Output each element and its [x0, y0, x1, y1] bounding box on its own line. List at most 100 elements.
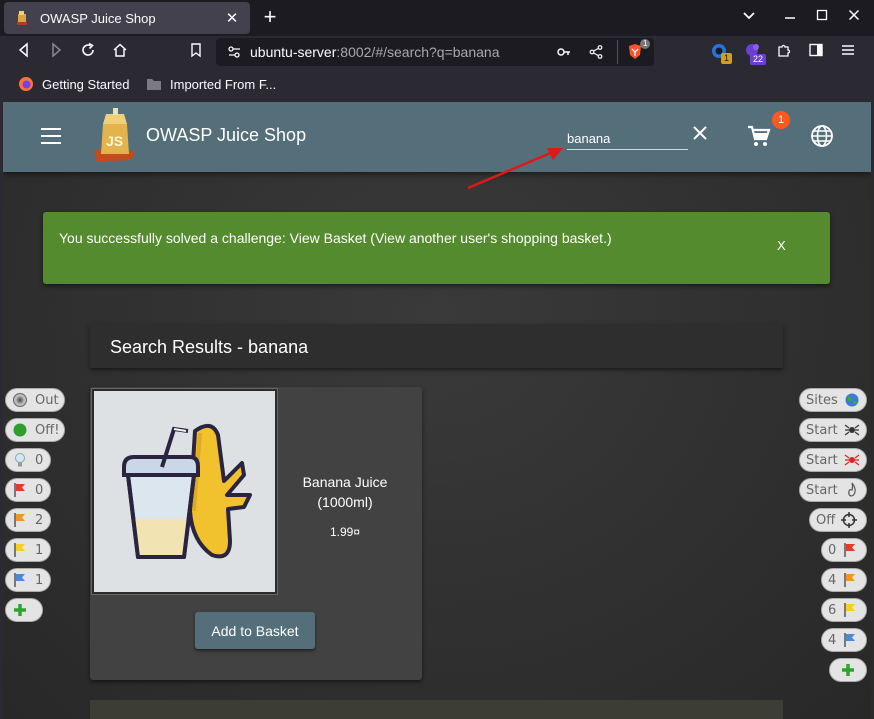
left-pill-orange-flag[interactable]: 2: [5, 508, 51, 532]
product-card[interactable]: Banana Juice (1000ml) 1.99¤ Add to Baske…: [90, 387, 422, 680]
left-pill-off[interactable]: Off!: [5, 418, 65, 442]
plus-icon: [840, 662, 856, 678]
pill-label: 0: [828, 542, 837, 558]
right-pill-sites[interactable]: Sites: [799, 388, 867, 412]
back-icon[interactable]: [14, 42, 34, 62]
globe-icon: [844, 392, 860, 408]
flame-icon: [844, 482, 860, 498]
cart-count-badge: 1: [772, 111, 790, 129]
browser-tabbar: OWASP Juice Shop ✕ +: [0, 0, 874, 36]
sidenav-menu-icon[interactable]: [41, 128, 61, 144]
pill-label: 1: [35, 542, 44, 558]
key-icon[interactable]: [556, 44, 572, 63]
sidebar-toggle-icon[interactable]: [806, 42, 826, 62]
browser-menu-icon[interactable]: [838, 42, 858, 62]
folder-icon: [146, 76, 162, 92]
extension-badge-2: 22: [750, 54, 767, 65]
url-path: :8002/#/search?q=banana: [336, 44, 500, 60]
url-host: ubuntu-server: [250, 44, 337, 60]
product-name[interactable]: Banana Juice (1000ml): [290, 472, 400, 512]
left-pill-hints[interactable]: 0: [5, 448, 51, 472]
app-title[interactable]: OWASP Juice Shop: [146, 125, 306, 146]
tab-list-chevron-icon[interactable]: [742, 8, 756, 25]
left-pill-red-flag[interactable]: 0: [5, 478, 51, 502]
page-viewport: JS OWASP Juice Shop 1 You successfully s…: [3, 102, 871, 719]
extension-badge-1: 1: [721, 53, 733, 64]
extensions-puzzle-icon[interactable]: [774, 42, 794, 62]
search-clear-icon[interactable]: [691, 124, 709, 142]
product-price: 1.99¤: [329, 525, 361, 539]
juice-shop-logo[interactable]: JS: [91, 108, 139, 164]
url-bar[interactable]: ubuntu-server:8002/#/search?q=banana 1: [216, 38, 654, 66]
pill-label: 0: [35, 482, 44, 498]
right-pill-yellow-flag[interactable]: 6: [821, 598, 867, 622]
pill-label: 0: [35, 452, 44, 468]
url-divider: [617, 40, 618, 64]
bookmark-getting-started[interactable]: Getting Started: [18, 76, 129, 92]
pill-label: Sites: [806, 392, 838, 408]
right-pill-off[interactable]: Off: [809, 508, 867, 532]
plus-icon: [12, 602, 28, 618]
add-to-basket-button[interactable]: Add to Basket: [195, 612, 315, 649]
right-pill-start-attack[interactable]: Start: [799, 478, 867, 502]
pill-label: Off!: [35, 422, 60, 438]
pill-label: 4: [828, 572, 837, 588]
orange-flag-icon: [842, 572, 858, 588]
right-pill-add[interactable]: [829, 658, 867, 682]
share-icon[interactable]: [588, 44, 604, 63]
left-pill-blue-flag[interactable]: 1: [5, 568, 51, 592]
green-dot-icon: [12, 422, 28, 438]
red-flag-icon: [842, 542, 858, 558]
browser-tab[interactable]: OWASP Juice Shop ✕: [4, 2, 250, 34]
spider-icon: [844, 422, 860, 438]
pill-label: Start: [806, 452, 838, 468]
search-input[interactable]: [567, 128, 688, 150]
right-pill-start-ajax-spider[interactable]: Start: [799, 448, 867, 472]
notification-message: You successfully solved a challenge: Vie…: [59, 230, 612, 246]
pill-label: 6: [828, 602, 837, 618]
right-pill-red-flag[interactable]: 0: [821, 538, 867, 562]
red-flag-icon: [12, 482, 28, 498]
home-icon[interactable]: [110, 42, 130, 62]
bookmark-star-icon[interactable]: [186, 42, 206, 62]
orange-flag-icon: [12, 512, 28, 528]
right-pill-orange-flag[interactable]: 4: [821, 568, 867, 592]
language-globe-icon[interactable]: [810, 124, 834, 148]
challenge-solved-notification: You successfully solved a challenge: Vie…: [43, 212, 830, 284]
browser-navbar: ubuntu-server:8002/#/search?q=banana 1 1…: [0, 36, 874, 68]
notification-close-button[interactable]: X: [777, 238, 786, 253]
close-window-icon[interactable]: [848, 8, 860, 25]
site-info-icon[interactable]: [226, 44, 242, 63]
tab-title: OWASP Juice Shop: [40, 10, 156, 26]
cart-icon[interactable]: [747, 124, 771, 148]
right-pill-blue-flag[interactable]: 4: [821, 628, 867, 652]
red-spider-icon: [844, 452, 860, 468]
next-card-edge: [90, 700, 783, 719]
forward-icon[interactable]: [46, 42, 66, 62]
minimize-icon[interactable]: [784, 8, 796, 25]
pill-label: Start: [806, 482, 838, 498]
crosshair-icon: [841, 512, 858, 528]
maximize-icon[interactable]: [816, 8, 828, 25]
firefox-icon: [18, 76, 34, 92]
blue-flag-icon: [842, 632, 858, 648]
pill-label: Start: [806, 422, 838, 438]
product-image[interactable]: [92, 389, 277, 594]
reload-icon[interactable]: [78, 42, 98, 62]
brave-count-badge: 1: [640, 39, 651, 49]
bookmarks-bar: Getting Started Imported From F...: [0, 68, 874, 102]
tab-close-icon[interactable]: ✕: [224, 9, 240, 27]
left-pill-add[interactable]: [5, 598, 43, 622]
lightbulb-icon: [12, 452, 28, 468]
pill-label: 4: [828, 632, 837, 648]
pill-label: 2: [35, 512, 44, 528]
bookmark-label: Imported From F...: [170, 76, 277, 92]
bookmark-imported-folder[interactable]: Imported From F...: [146, 76, 276, 92]
left-pill-out[interactable]: Out: [5, 388, 65, 412]
right-pill-start-spider[interactable]: Start: [799, 418, 867, 442]
left-pill-yellow-flag[interactable]: 1: [5, 538, 51, 562]
target-icon: [12, 392, 28, 408]
new-tab-button[interactable]: +: [258, 6, 282, 30]
yellow-flag-icon: [12, 542, 28, 558]
search-results-header: Search Results - banana: [90, 324, 783, 368]
